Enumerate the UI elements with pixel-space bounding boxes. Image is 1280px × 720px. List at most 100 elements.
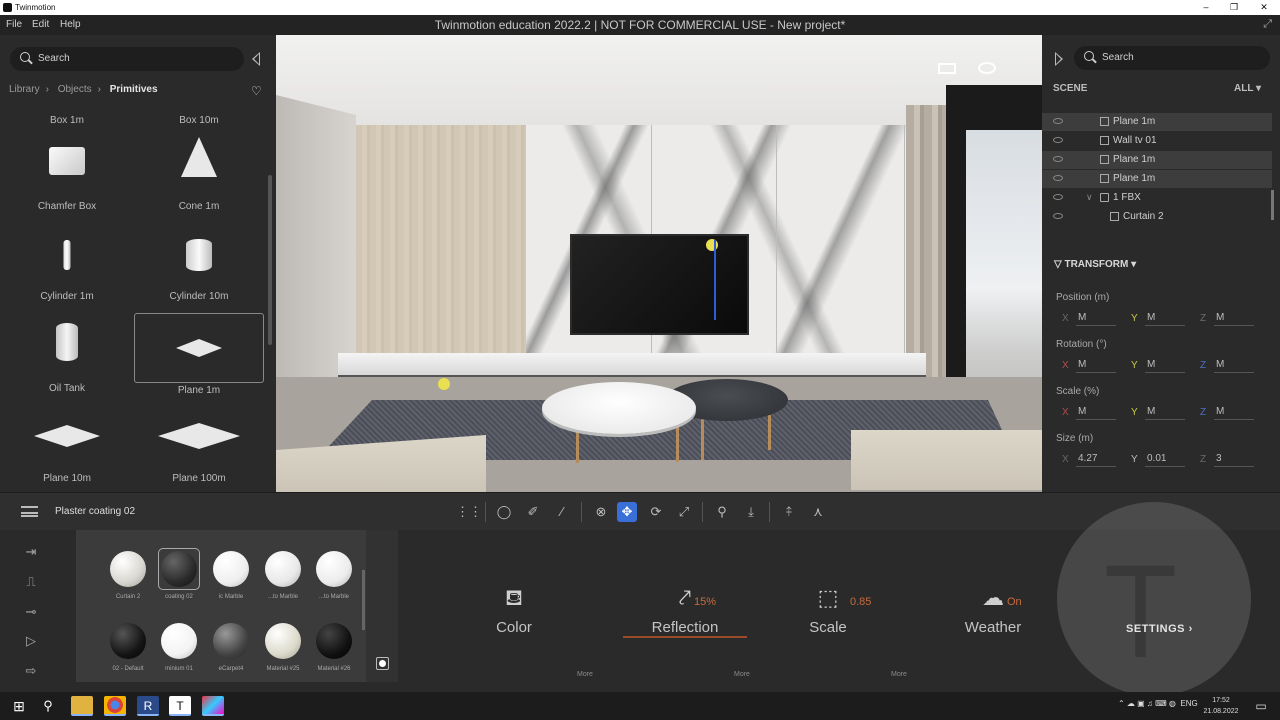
drop-to-floor-icon[interactable]: ⤓ <box>741 502 761 522</box>
settings-button[interactable]: SETTINGS › <box>1126 623 1193 635</box>
media-icon[interactable]: ▷ <box>20 634 42 648</box>
scale-z-field[interactable]: M <box>1214 406 1254 420</box>
scale-icon[interactable]: ⤢ <box>674 502 694 522</box>
search-icon[interactable]: ⚲ <box>37 696 59 716</box>
visibility-eye-icon[interactable] <box>1053 137 1063 143</box>
collapse-scene-icon[interactable] <box>1055 52 1065 66</box>
scene-search-input[interactable]: Search <box>1074 46 1270 70</box>
material-tray-scrollbar[interactable] <box>362 570 365 630</box>
path-icon[interactable]: ⎍ <box>20 575 42 589</box>
scene-scrollbar[interactable] <box>1271 190 1274 220</box>
grid-icon[interactable]: ⋮⋮ <box>456 502 482 522</box>
more-color-link[interactable]: More <box>577 671 593 678</box>
material-swatch[interactable] <box>159 621 199 661</box>
minimize-button[interactable]: – <box>1192 0 1220 15</box>
file-explorer-icon[interactable] <box>71 696 93 716</box>
menu-edit[interactable]: Edit <box>32 19 49 30</box>
scene-row[interactable]: Plane 1m <box>1042 170 1272 188</box>
creative-app-icon[interactable] <box>202 696 224 716</box>
reflection-slider[interactable] <box>623 636 747 638</box>
more-reflection-link[interactable]: More <box>734 671 750 678</box>
language-indicator[interactable]: ENG <box>1180 699 1197 708</box>
library-item-plane-1m[interactable] <box>134 313 264 383</box>
visibility-eye-icon[interactable] <box>1053 156 1063 162</box>
material-swatch[interactable] <box>263 621 303 661</box>
library-item-oil-tank[interactable]: Oil Tank <box>2 311 132 399</box>
scale-x-field[interactable]: M <box>1076 406 1116 420</box>
menu-hamburger-icon[interactable] <box>21 506 38 517</box>
visibility-eye-icon[interactable] <box>1053 194 1063 200</box>
library-item-box-10m[interactable]: Box 10m <box>134 111 264 131</box>
material-swatch[interactable] <box>314 549 354 589</box>
library-scrollbar[interactable] <box>268 175 272 345</box>
size-z-field[interactable]: 3 <box>1214 453 1254 467</box>
system-tray[interactable]: ⌃ ☁ ▣ ♫ ⌨ ◍ ENG <box>1118 699 1198 708</box>
visibility-eye-icon[interactable] <box>1053 175 1063 181</box>
camera-frame-icon[interactable] <box>938 63 956 74</box>
rotation-x-field[interactable]: M <box>1076 359 1116 373</box>
export-icon[interactable]: ⇨ <box>20 664 42 678</box>
transform-section-toggle[interactable]: ▽ TRANSFORM ▾ <box>1054 259 1136 270</box>
material-swatch[interactable] <box>108 621 148 661</box>
material-swatch[interactable] <box>263 549 303 589</box>
import-icon[interactable]: ⇥ <box>20 545 42 559</box>
visibility-eye-icon[interactable] <box>1053 213 1063 219</box>
library-item-cylinder-1m[interactable]: Cylinder 1m <box>2 221 132 309</box>
slider-icon[interactable]: ⊸ <box>20 605 42 619</box>
menu-file[interactable]: File <box>6 19 22 30</box>
rotation-y-field[interactable]: M <box>1145 359 1185 373</box>
twinmotion-taskbar-icon[interactable]: T <box>169 696 191 716</box>
position-z-field[interactable]: M <box>1214 312 1254 326</box>
scene-row[interactable]: Wall tv 01 <box>1042 132 1272 150</box>
notifications-icon[interactable]: ▭ <box>1250 696 1272 716</box>
move-icon[interactable]: ✥ <box>617 502 637 522</box>
scene-row-group[interactable]: ∨ 1 FBX <box>1042 189 1272 207</box>
chrome-icon[interactable] <box>104 696 126 716</box>
position-y-field[interactable]: M <box>1145 312 1185 326</box>
move-gizmo-axis[interactable] <box>714 240 716 320</box>
favorite-heart-icon[interactable]: ♡ <box>251 84 262 98</box>
taskbar-clock[interactable]: 17:52 21.08.2022 <box>1201 695 1241 717</box>
position-x-field[interactable]: M <box>1076 312 1116 326</box>
gizmo-handle[interactable] <box>706 239 718 251</box>
library-item-plane-100m[interactable]: Plane 100m <box>134 401 264 489</box>
scale-y-field[interactable]: M <box>1145 406 1185 420</box>
menu-help[interactable]: Help <box>60 19 81 30</box>
scene-row[interactable]: Curtain 2 <box>1042 208 1272 226</box>
local-axes-icon[interactable]: ⋏ <box>808 502 828 522</box>
breadcrumb-objects[interactable]: Objects <box>58 84 92 95</box>
library-item-cone-1m[interactable]: Cone 1m <box>134 131 264 219</box>
material-swatch[interactable] <box>158 548 200 590</box>
library-item-cylinder-10m[interactable]: Cylinder 10m <box>134 221 264 309</box>
pivot-icon[interactable]: ⤉ <box>779 502 799 522</box>
material-preview-toggle[interactable] <box>376 657 389 670</box>
scene-row[interactable]: Plane 1m <box>1042 113 1272 131</box>
chevron-down-icon[interactable]: ∨ <box>1086 192 1093 203</box>
deselect-icon[interactable]: ⊗ <box>591 502 611 522</box>
size-y-field[interactable]: 0.01 <box>1145 453 1185 467</box>
restore-button[interactable]: ❐ <box>1220 0 1248 15</box>
weather-property[interactable]: ☁ On Weather <box>928 584 1058 644</box>
paint-brush-icon[interactable]: ✐ <box>523 502 543 522</box>
visibility-eye-icon[interactable] <box>978 62 996 74</box>
material-swatch[interactable] <box>211 549 251 589</box>
scene-filter-dropdown[interactable]: ALL ▾ <box>1234 83 1261 94</box>
select-lasso-icon[interactable]: ◯ <box>494 502 514 522</box>
color-property[interactable]: ⛾ Color <box>449 584 579 644</box>
snap-icon[interactable]: ⚲ <box>712 502 732 522</box>
library-item-chamfer-box[interactable]: Chamfer Box <box>2 131 132 219</box>
material-swatch[interactable] <box>314 621 354 661</box>
close-window-button[interactable]: ✕ <box>1250 0 1278 15</box>
library-item-box-1m[interactable]: Box 1m <box>2 111 132 131</box>
material-swatch[interactable] <box>108 549 148 589</box>
3d-viewport[interactable] <box>276 35 1042 492</box>
more-scale-link[interactable]: More <box>891 671 907 678</box>
material-swatch[interactable] <box>211 621 251 661</box>
visibility-eye-icon[interactable] <box>1053 118 1063 124</box>
breadcrumb-library[interactable]: Library <box>9 84 40 95</box>
rotate-icon[interactable]: ⟳ <box>646 502 666 522</box>
windows-start-icon[interactable]: ⊞ <box>8 696 30 716</box>
scale-property[interactable]: ⬚ 0.85 Scale <box>763 584 893 644</box>
scene-row[interactable]: Plane 1m <box>1042 151 1272 169</box>
rotation-z-field[interactable]: M <box>1214 359 1254 373</box>
